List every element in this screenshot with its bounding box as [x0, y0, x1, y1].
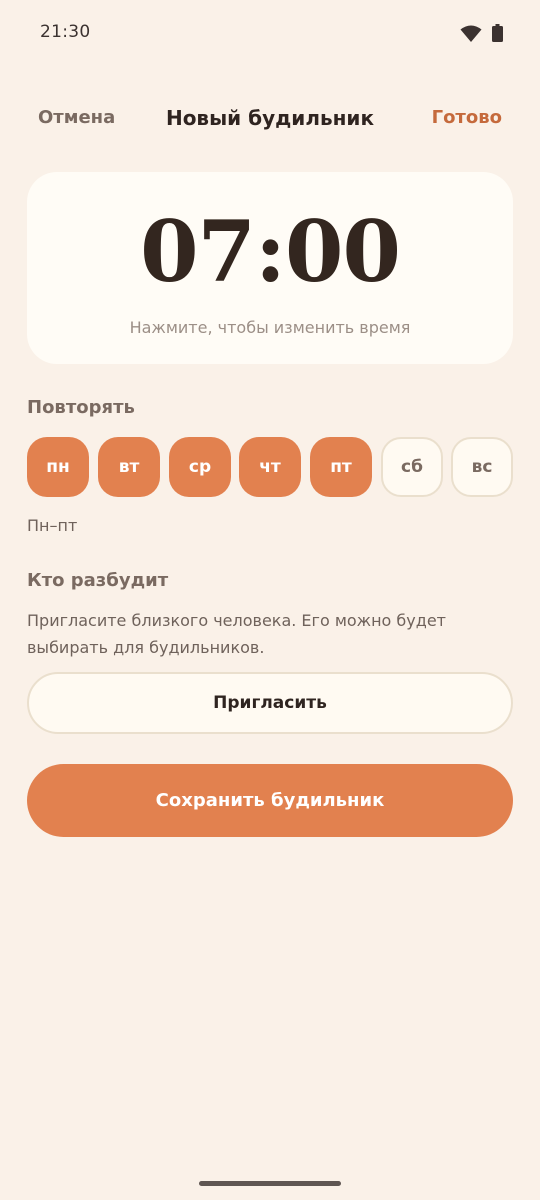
time-hint: Нажмите, чтобы изменить время — [129, 318, 411, 337]
done-button[interactable]: Готово — [432, 107, 502, 128]
time-picker-card[interactable]: 07:00 Нажмите, чтобы изменить время — [27, 172, 513, 364]
repeat-label: Повторять — [27, 397, 135, 418]
invite-description: Пригласите близкого человека. Его можно … — [27, 611, 446, 657]
invite-button[interactable]: Пригласить — [27, 672, 513, 734]
screen: 21:30 Отмена Новый будильник Готово 07:0… — [0, 0, 540, 1200]
wake-label: Кто разбудит — [27, 570, 169, 591]
status-bar: 21:30 — [0, 0, 540, 68]
day-chip-sat[interactable]: сб — [381, 437, 443, 497]
days-summary: Пн–пт — [27, 516, 78, 535]
home-indicator[interactable] — [199, 1181, 341, 1186]
cancel-button[interactable]: Отмена — [38, 107, 115, 128]
day-chip-sun[interactable]: вс — [451, 437, 513, 497]
day-chip-mon[interactable]: пн — [27, 437, 89, 497]
day-chip-thu[interactable]: чт — [239, 437, 301, 497]
battery-icon — [492, 24, 503, 42]
header: Отмена Новый будильник Готово — [0, 96, 540, 142]
wifi-icon — [460, 25, 482, 42]
day-chip-wed[interactable]: ср — [169, 437, 231, 497]
day-chip-fri[interactable]: пт — [310, 437, 372, 497]
day-chip-tue[interactable]: вт — [98, 437, 160, 497]
days-row: пн вт ср чт пт сб вс — [27, 437, 513, 497]
alarm-time[interactable]: 07:00 — [27, 202, 513, 302]
status-time: 21:30 — [40, 22, 91, 42]
save-alarm-button[interactable]: Сохранить будильник — [27, 764, 513, 837]
